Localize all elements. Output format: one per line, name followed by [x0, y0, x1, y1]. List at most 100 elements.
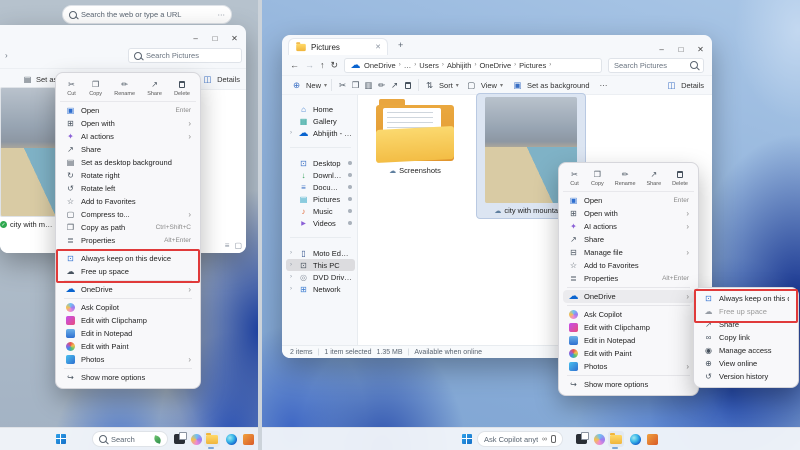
start-button[interactable] [56, 434, 66, 444]
menu-item-add-to-favorites[interactable]: Add to Favorites [60, 195, 196, 208]
up-button[interactable]: ↑ [320, 60, 325, 70]
cut-icon[interactable]: ✂ [336, 80, 349, 91]
menu-item-set-as-desktop-background[interactable]: Set as desktop background [60, 156, 196, 169]
menu-item-free-up-space[interactable]: Free up space [698, 305, 794, 318]
paste-icon[interactable]: ▥ [362, 80, 375, 91]
sidebar-item-moto-edge-50-neo[interactable]: ›Moto Edge 50 Neo [286, 247, 355, 259]
rename-button[interactable]: Rename [613, 168, 638, 188]
menu-item-ai-actions[interactable]: AI actions› [60, 130, 196, 143]
maximize-button[interactable]: □ [674, 44, 689, 56]
breadcrumb-onedrive[interactable]: OneDrive [364, 61, 396, 70]
sidebar-item-videos[interactable]: Videos [286, 217, 355, 229]
sidebar-item-home[interactable]: Home [286, 103, 355, 115]
details-button[interactable]: ◫ Details [665, 80, 704, 91]
task-view-button[interactable] [172, 432, 186, 446]
taskbar-search-input[interactable]: Ask Copilot anything ∞ [477, 431, 563, 447]
menu-item-copy-link[interactable]: Copy link [698, 331, 794, 344]
edge-button[interactable] [628, 432, 642, 446]
copy-button[interactable]: Copy [589, 168, 606, 188]
menu-item-show-more-options[interactable]: Show more options [563, 378, 694, 391]
cut-button[interactable]: Cut [64, 78, 79, 98]
trash-button[interactable]: Delete [172, 78, 192, 98]
copilot-button[interactable] [592, 432, 606, 446]
menu-item-photos[interactable]: Photos› [563, 360, 694, 373]
menu-item-always-keep-on-this-device[interactable]: Always keep on this device [698, 292, 794, 305]
minimize-button[interactable]: – [654, 44, 669, 56]
office-app-button[interactable] [241, 432, 255, 446]
sort-button[interactable]: ⇅ Sort▾ [423, 80, 459, 91]
menu-item-photos[interactable]: Photos› [60, 353, 196, 366]
menu-item-manage-file[interactable]: Manage file› [563, 246, 694, 259]
menu-item-onedrive[interactable]: OneDrive› [60, 283, 196, 296]
start-button[interactable] [462, 434, 472, 444]
sidebar-item-abhijith-personal[interactable]: ›Abhijith - Personal [286, 127, 355, 139]
menu-item-show-more-options[interactable]: Show more options [60, 371, 196, 384]
tab-close-icon[interactable]: ✕ [375, 43, 381, 51]
see-more-button[interactable]: ⋯ [600, 81, 608, 90]
share-button[interactable]: Share [644, 168, 663, 188]
menu-item-ask-copilot[interactable]: Ask Copilot [60, 301, 196, 314]
menu-item-ai-actions[interactable]: AI actions› [563, 220, 694, 233]
menu-item-properties[interactable]: PropertiesAlt+Enter [563, 272, 694, 285]
sidebar-item-pictures[interactable]: Pictures [286, 193, 355, 205]
menu-item-open-with[interactable]: Open with› [563, 207, 694, 220]
menu-item-edit-with-paint[interactable]: Edit with Paint [563, 347, 694, 360]
copilot-button[interactable] [189, 432, 203, 446]
menu-item-edit-with-clipchamp[interactable]: Edit with Clipchamp [60, 314, 196, 327]
office-app-button[interactable] [645, 432, 659, 446]
copy-button[interactable]: Copy [87, 78, 104, 98]
minimize-button[interactable]: – [188, 33, 203, 45]
breadcrumb-abhijith[interactable]: Abhijith [447, 61, 472, 70]
menu-item-add-to-favorites[interactable]: Add to Favorites [563, 259, 694, 272]
new-tab-button[interactable]: + [398, 40, 403, 50]
address-bar[interactable]: OneDrive›…›Users›Abhijith›OneDrive›Pictu… [344, 58, 602, 73]
search-input[interactable]: Search Pictures [128, 48, 242, 63]
rename-icon[interactable]: ✏ [375, 80, 388, 91]
sidebar-item-desktop[interactable]: Desktop [286, 157, 355, 169]
new-button[interactable]: ⊕ New▾ [290, 80, 327, 91]
sidebar-item-this-pc[interactable]: ›This PC [286, 259, 355, 271]
menu-item-always-keep-on-this-device[interactable]: Always keep on this device [60, 252, 196, 265]
microphone-icon[interactable] [551, 435, 556, 443]
copy-icon[interactable]: ❐ [349, 80, 362, 91]
breadcrumb-pictures[interactable]: Pictures [519, 61, 546, 70]
sidebar-item-gallery[interactable]: Gallery [286, 115, 355, 127]
menu-item-compress-to[interactable]: Compress to...› [60, 208, 196, 221]
menu-item-manage-access[interactable]: Manage access [698, 344, 794, 357]
delete-icon[interactable] [401, 80, 414, 91]
menu-item-free-up-space[interactable]: Free up space [60, 265, 196, 278]
forward-button[interactable]: → [305, 60, 314, 70]
sidebar-item-documents[interactable]: Documents [286, 181, 355, 193]
file-explorer-button[interactable] [204, 431, 220, 447]
menu-item-edit-in-notepad[interactable]: Edit in Notepad [563, 334, 694, 347]
taskbar-search-input[interactable]: Search [92, 431, 168, 447]
details-button[interactable]: ◫ Details [201, 74, 240, 85]
cut-button[interactable]: Cut [567, 168, 582, 188]
breadcrumb-[interactable]: … [404, 61, 412, 70]
menu-item-share[interactable]: Share [698, 318, 794, 331]
sidebar-item-music[interactable]: Music [286, 205, 355, 217]
menu-item-ask-copilot[interactable]: Ask Copilot [563, 308, 694, 321]
share-icon[interactable]: ↗ [388, 80, 401, 91]
menu-item-rotate-right[interactable]: Rotate right [60, 169, 196, 182]
file-explorer-button[interactable] [608, 431, 624, 447]
menu-item-share[interactable]: Share [563, 233, 694, 246]
file-tile[interactable]: ✓ city with mountains [0, 87, 56, 229]
breadcrumb-users[interactable]: Users [419, 61, 439, 70]
menu-item-properties[interactable]: PropertiesAlt+Enter [60, 234, 196, 247]
menu-item-edit-in-notepad[interactable]: Edit in Notepad [60, 327, 196, 340]
sidebar-item-network[interactable]: ›Network [286, 283, 355, 295]
menu-item-edit-with-paint[interactable]: Edit with Paint [60, 340, 196, 353]
tab-pictures[interactable]: Pictures ✕ [288, 38, 388, 55]
share-button[interactable]: Share [145, 78, 164, 98]
view-button[interactable]: ▢ View▾ [465, 80, 503, 91]
search-input[interactable]: Search Pictures [608, 58, 704, 73]
menu-item-copy-as-path[interactable]: Copy as pathCtrl+Shift+C [60, 221, 196, 234]
menu-item-open-with[interactable]: Open with› [60, 117, 196, 130]
menu-item-open[interactable]: OpenEnter [60, 104, 196, 117]
rename-button[interactable]: Rename [112, 78, 137, 98]
floating-search-bar[interactable]: Search the web or type a URL ⋯ [62, 5, 232, 24]
more-options-icon[interactable]: ⋯ [218, 10, 226, 19]
close-button[interactable]: ✕ [227, 33, 242, 45]
breadcrumb-onedrive[interactable]: OneDrive [479, 61, 511, 70]
